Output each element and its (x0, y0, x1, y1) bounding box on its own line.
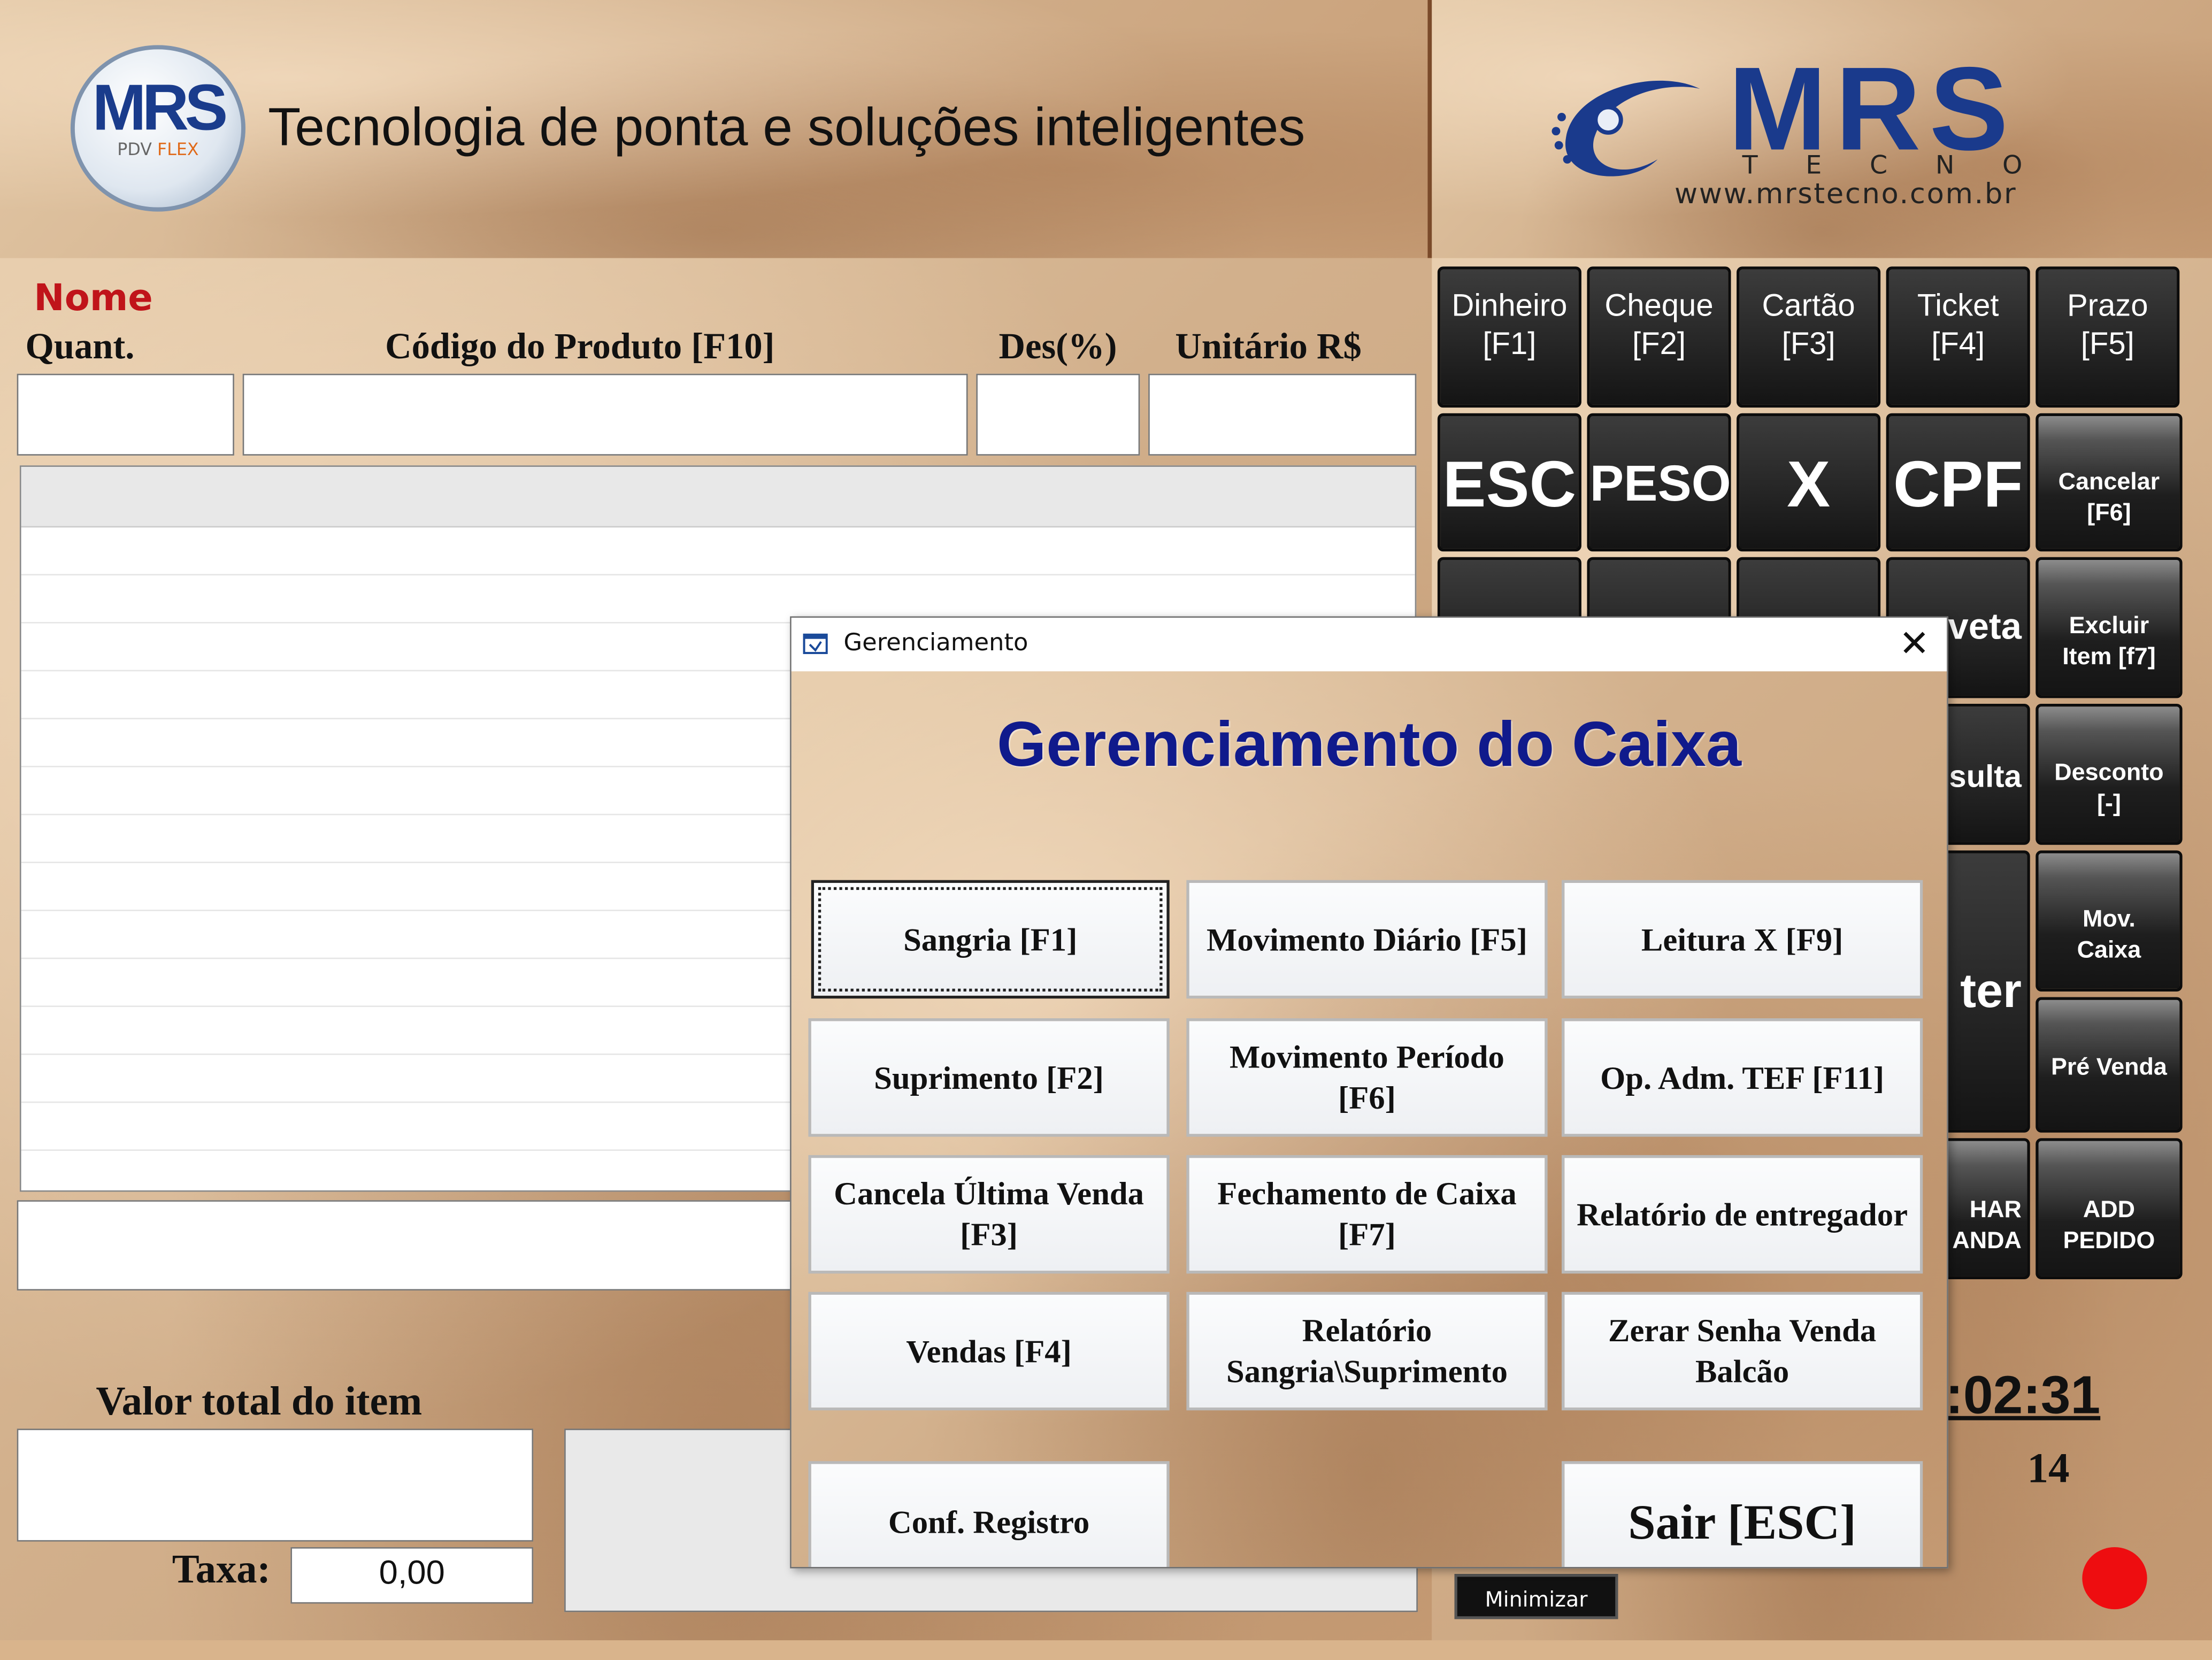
clock-display: :02:31 (1945, 1366, 2101, 1426)
unitario-label: Unitário R$ (1175, 326, 1362, 367)
taxa-field[interactable]: 0,00 (290, 1547, 534, 1604)
suprimento-button[interactable]: Suprimento [F2] (808, 1018, 1170, 1137)
add-label: ADD (2083, 1196, 2136, 1223)
quant-label: Quant. (25, 326, 135, 367)
dialog-body: Gerenciamento do Caixa Sangria [F1] Movi… (791, 671, 1947, 1567)
ticket-key: [F4] (1931, 326, 1985, 362)
pedido-label: PEDIDO (2063, 1227, 2155, 1254)
badge-text: MRS (92, 70, 228, 144)
cancelar-label: Cancelar (2058, 468, 2160, 495)
desconto-btn-key: [-] (2097, 789, 2121, 817)
desconto-button[interactable]: Desconto [-] (2036, 703, 2183, 845)
dialog-title: Gerenciamento (843, 629, 1028, 657)
product-code-field[interactable] (242, 373, 968, 456)
quantity-field[interactable] (17, 373, 234, 456)
dinheiro-button[interactable]: Dinheiro [F1] (1437, 266, 1581, 408)
cartao-button[interactable]: Cartão [F3] (1737, 266, 1881, 408)
relatorio-entregador-button[interactable]: Relatório de entregador (1561, 1155, 1923, 1274)
cheque-label: Cheque (1604, 287, 1714, 323)
pre-venda-button[interactable]: Pré Venda (2036, 997, 2183, 1133)
ticket-button[interactable]: Ticket [F4] (1886, 266, 2030, 408)
header-banner: MRS PDV FLEX Tecnologia de ponta e soluç… (0, 0, 1432, 258)
conf-registro-button[interactable]: Conf. Registro (808, 1461, 1170, 1567)
valor-total-label: Valor total do item (96, 1379, 423, 1425)
mrs-pdv-flex-logo: MRS PDV FLEX (70, 45, 245, 212)
ticket-label: Ticket (1917, 287, 1999, 323)
cartao-label: Cartão (1762, 287, 1855, 323)
items-table-header (21, 466, 1415, 528)
op-adm-tef-button[interactable]: Op. Adm. TEF [F11] (1561, 1018, 1923, 1137)
nome-label: Nome (34, 278, 153, 320)
tagline: Tecnologia de ponta e soluções inteligen… (268, 98, 1305, 158)
logo-word: MRS (1728, 42, 2017, 175)
close-icon[interactable]: ✕ (1882, 618, 1947, 671)
prazo-label: Prazo (2067, 287, 2148, 323)
dialog-heading: Gerenciamento do Caixa (996, 708, 1741, 780)
movimento-diario-button[interactable]: Movimento Diário [F5] (1186, 880, 1548, 999)
discount-field[interactable] (976, 373, 1140, 456)
codigo-label: Código do Produto [F10] (385, 326, 775, 367)
dinheiro-key: [F1] (1483, 326, 1537, 362)
unit-price-field[interactable] (1148, 373, 1417, 456)
dinheiro-label: Dinheiro (1451, 287, 1568, 323)
cpf-key[interactable]: CPF (1886, 413, 2030, 552)
dialog-titlebar[interactable]: Gerenciamento ✕ (791, 618, 1947, 672)
cancelar-key: [F6] (2087, 499, 2131, 526)
fechamento-caixa-button[interactable]: Fechamento de Caixa [F7] (1186, 1155, 1548, 1274)
taxa-label: Taxa: (172, 1547, 271, 1593)
caixa-label: Caixa (2077, 936, 2141, 964)
badge-flex: FLEX (157, 140, 199, 160)
leitura-x-button[interactable]: Leitura X [F9] (1561, 880, 1923, 999)
gerenciamento-dialog: Gerenciamento ✕ Gerenciamento do Caixa S… (790, 616, 1948, 1569)
mov-label: Mov. (2083, 905, 2136, 933)
cheque-button[interactable]: Cheque [F2] (1587, 266, 1731, 408)
cheque-key: [F2] (1632, 326, 1686, 362)
mov-caixa-button[interactable]: Mov. Caixa (2036, 850, 2183, 992)
zerar-senha-button[interactable]: Zerar Senha Venda Balcão (1561, 1292, 1923, 1411)
peso-key[interactable]: PESO (1587, 413, 1731, 552)
excluir-key: Item [f7] (2062, 643, 2156, 670)
esc-key[interactable]: ESC (1437, 413, 1581, 552)
prazo-key: [F5] (2080, 326, 2134, 362)
cancelar-button[interactable]: Cancelar [F6] (2036, 413, 2183, 552)
add-pedido-button[interactable]: ADD PEDIDO (2036, 1138, 2183, 1279)
cartao-key: [F3] (1781, 326, 1835, 362)
desconto-btn-label: Desconto (2054, 758, 2164, 786)
logo-url: www.mrstecno.com.br (1675, 176, 2017, 210)
minimize-button[interactable]: Minimizar (1454, 1574, 1618, 1619)
badge-pdv: PDV (117, 140, 152, 160)
movimento-periodo-button[interactable]: Movimento Período [F6] (1186, 1018, 1548, 1137)
table-row[interactable] (21, 527, 1415, 575)
status-indicator-icon (2082, 1547, 2147, 1610)
cancela-ultima-venda-button[interactable]: Cancela Última Venda [F3] (808, 1155, 1170, 1274)
relatorio-sangria-suprimento-button[interactable]: Relatório Sangria\Suprimento (1186, 1292, 1548, 1411)
swirl-logo-icon (1552, 80, 1700, 176)
counter-display: 14 (2027, 1446, 2070, 1493)
item-total-display (17, 1428, 534, 1542)
desconto-label: Des(%) (999, 326, 1117, 367)
sangria-button[interactable]: Sangria [F1] (811, 880, 1170, 999)
window-icon (803, 633, 828, 655)
vendas-button[interactable]: Vendas [F4] (808, 1292, 1170, 1411)
brand-panel: MRS TECNO www.mrstecno.com.br (1432, 0, 2212, 258)
excluir-item-button[interactable]: Excluir Item [f7] (2036, 557, 2183, 698)
excluir-label: Excluir (2069, 612, 2149, 639)
sair-button[interactable]: Sair [ESC] (1561, 1461, 1923, 1567)
multiply-key[interactable]: X (1737, 413, 1881, 552)
prazo-button[interactable]: Prazo [F5] (2036, 266, 2180, 408)
mrs-tecno-logo: MRS TECNO www.mrstecno.com.br (1545, 49, 2109, 218)
